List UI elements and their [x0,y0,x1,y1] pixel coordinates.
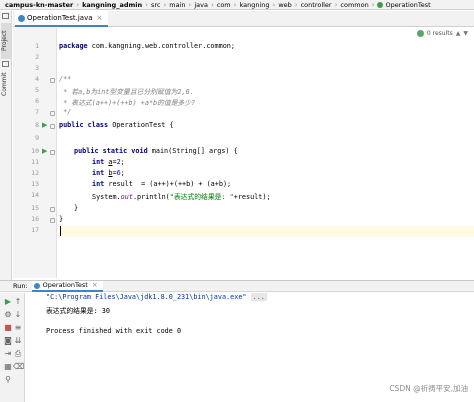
breadcrumb-item[interactable]: common [338,1,370,9]
console-output-line: 表达式的结果是: 30 [46,307,110,315]
run-main-icon[interactable]: ▶ [42,147,47,155]
editor-gutter: 1 2 3 4 5 6 7 8 9 10 11 12 13 14 15 16 1… [13,28,57,278]
code-editor[interactable]: 1 2 3 4 5 6 7 8 9 10 11 12 13 14 15 16 1… [13,28,474,278]
line-number: 4 [35,75,39,83]
java-class-icon [18,15,25,22]
line-number: 17 [31,226,39,234]
code-line: public class OperationTest { [59,121,174,129]
arrow-down-icon[interactable]: ↓ [13,310,23,320]
code-line: int b=6; [92,169,125,177]
close-icon[interactable]: × [97,14,103,22]
fold-icon[interactable] [50,78,55,83]
fold-icon[interactable] [50,150,55,155]
line-number: 11 [31,158,39,166]
console-command-line: "C:\Program Files\Java\jdk1.8.0_231\bin\… [46,293,267,301]
fold-icon[interactable] [50,111,55,116]
camera-icon[interactable]: ◙ [3,336,13,346]
breadcrumb-item[interactable]: campus-kn-master [3,1,75,9]
code-line: * 表达式(a++)+(++b) +a*b的值是多少? [59,99,196,107]
line-number: 1 [35,42,39,50]
code-line: System.out.println("表达式的结果是: "+result); [92,193,271,201]
chevron-right-icon: › [371,0,375,9]
stop-icon[interactable]: ■ [3,323,13,333]
close-icon[interactable]: × [92,281,98,289]
run-header: Run: OperationTest × [0,280,474,292]
line-number: 14 [31,191,39,199]
code-line: } [59,215,64,223]
wrench-icon[interactable]: ⚙ [3,310,13,320]
arrow-down-icon[interactable]: ▼ [463,30,468,37]
code-line: int a=2; [92,158,125,166]
watermark: CSDN @祈祷平安,加油 [389,384,468,393]
inspection-widget[interactable]: 0 results ▲ ▼ [416,30,468,37]
code-line: package com.kangning.web.controller.comm… [59,42,235,50]
print-icon[interactable]: ⎙ [13,349,23,359]
console-exit-line: Process finished with exit code 0 [46,327,182,335]
line-number: 16 [31,215,39,223]
breadcrumb-item[interactable]: com [215,1,233,9]
breadcrumb-item[interactable]: web [276,1,293,9]
breadcrumb: campus-kn-master › kangning_admin › src › m… [0,0,474,10]
breadcrumb-item[interactable]: src [149,1,163,9]
run-class-icon[interactable]: ▶ [42,121,47,129]
inspection-results: 0 results [426,30,453,37]
run-toolbar: ▶ ↑ ⚙ ↓ ■ ≡ ◙ ⇊ ⇥ ⎙ ▦ ⌫ ⚲ [0,293,25,402]
line-number: 3 [35,64,39,72]
breadcrumb-item[interactable]: controller [299,1,334,9]
scroll-to-end-icon[interactable]: ⇊ [13,336,23,346]
editor-tab-bar: OperationTest.java × [13,11,474,27]
commit-icon [2,61,9,67]
line-number: 5 [35,86,39,94]
code-line: int result = (a++)+(++b) + (a+b); [92,180,232,188]
breadcrumb-item[interactable]: kangning [237,1,271,9]
class-icon [376,1,383,8]
tab-operationtest-java[interactable]: OperationTest.java × [15,11,109,27]
run-label: Run: [13,282,28,290]
line-number: 13 [31,180,39,188]
expand-command-button[interactable]: ... [250,293,267,301]
code-line: } [74,204,79,212]
current-line-highlight [58,226,474,237]
run-tab-operationtest[interactable]: OperationTest × [31,280,103,292]
arrow-up-icon[interactable]: ▲ [456,30,461,37]
fold-icon[interactable] [50,218,55,223]
code-line: /** [59,75,72,83]
layout-icon[interactable]: ▦ [3,362,13,372]
line-number: 15 [31,204,39,212]
line-number: 12 [31,169,39,177]
run-tool-window: Run: OperationTest × ▶ ↑ ⚙ ↓ ■ ≡ ◙ ⇊ ⇥ ⎙… [0,280,474,402]
line-number: 7 [35,108,39,116]
commit-tool-tab[interactable]: Commit [1,69,11,99]
breadcrumb-item[interactable]: main [167,1,187,9]
line-number: 6 [35,97,39,105]
project-tool-tab[interactable]: Project [1,23,11,59]
run-tab-label: OperationTest [42,281,88,289]
soft-wrap-icon[interactable]: ≡ [13,323,23,333]
code-line: */ [59,108,72,116]
line-number: 9 [35,134,39,142]
code-line: * 若a,b为int型变量且已分别赋值为2,6. [59,88,194,96]
line-number: 2 [35,53,39,61]
breadcrumb-item[interactable]: kangning_admin [80,1,144,9]
rerun-icon[interactable]: ▶ [3,297,13,307]
check-icon [416,30,424,37]
breadcrumb-item[interactable]: OperationTest [384,1,433,9]
line-number: 8 [35,121,39,129]
line-number: 10 [31,147,39,155]
pin-icon[interactable]: ⚲ [3,375,13,385]
arrow-up-icon[interactable]: ↑ [13,297,23,307]
breadcrumb-item[interactable]: java [192,1,210,9]
text-caret [60,226,61,236]
trash-icon[interactable]: ⌫ [13,362,24,372]
fold-icon[interactable] [50,207,55,212]
java-class-icon [33,282,40,289]
tab-label: OperationTest.java [27,14,93,22]
login-icon[interactable]: ⇥ [3,349,13,359]
folder-icon [2,13,9,19]
fold-icon[interactable] [50,124,55,129]
code-line: public static void main(String[] args) { [74,147,238,155]
